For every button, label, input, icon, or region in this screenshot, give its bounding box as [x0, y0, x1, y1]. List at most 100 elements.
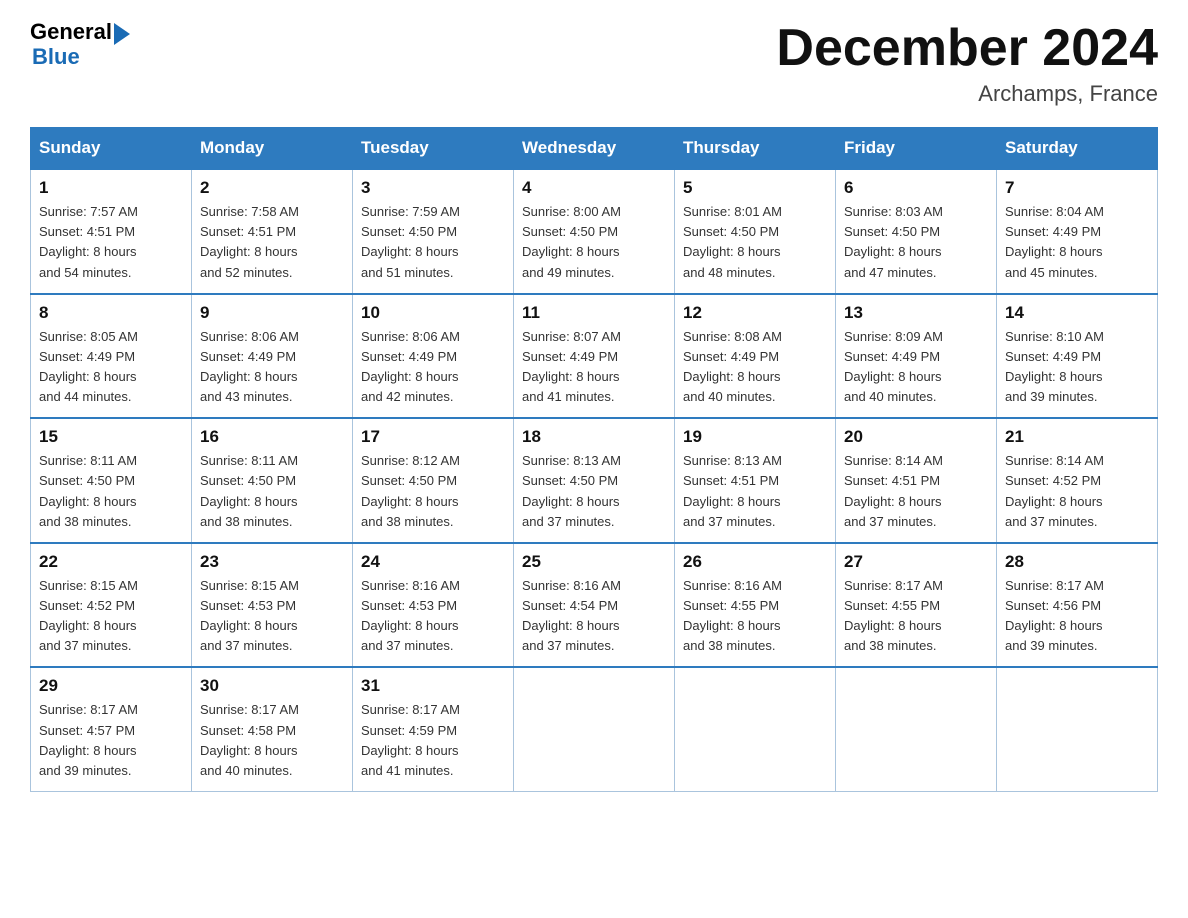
day-number: 23	[200, 552, 344, 572]
day-info: Sunrise: 8:14 AMSunset: 4:51 PMDaylight:…	[844, 451, 988, 532]
calendar-cell	[675, 667, 836, 791]
day-number: 21	[1005, 427, 1149, 447]
column-header-saturday: Saturday	[997, 128, 1158, 170]
calendar-cell: 7 Sunrise: 8:04 AMSunset: 4:49 PMDayligh…	[997, 169, 1158, 294]
day-number: 2	[200, 178, 344, 198]
day-info: Sunrise: 8:03 AMSunset: 4:50 PMDaylight:…	[844, 202, 988, 283]
calendar-cell: 4 Sunrise: 8:00 AMSunset: 4:50 PMDayligh…	[514, 169, 675, 294]
day-info: Sunrise: 8:17 AMSunset: 4:56 PMDaylight:…	[1005, 576, 1149, 657]
calendar-cell: 16 Sunrise: 8:11 AMSunset: 4:50 PMDaylig…	[192, 418, 353, 543]
calendar-cell: 22 Sunrise: 8:15 AMSunset: 4:52 PMDaylig…	[31, 543, 192, 668]
day-number: 8	[39, 303, 183, 323]
calendar-week-row: 8 Sunrise: 8:05 AMSunset: 4:49 PMDayligh…	[31, 294, 1158, 419]
column-header-wednesday: Wednesday	[514, 128, 675, 170]
calendar-header-row: SundayMondayTuesdayWednesdayThursdayFrid…	[31, 128, 1158, 170]
day-number: 31	[361, 676, 505, 696]
day-info: Sunrise: 8:16 AMSunset: 4:53 PMDaylight:…	[361, 576, 505, 657]
day-info: Sunrise: 8:05 AMSunset: 4:49 PMDaylight:…	[39, 327, 183, 408]
logo-text-blue: Blue	[32, 45, 80, 69]
day-number: 10	[361, 303, 505, 323]
calendar-cell: 10 Sunrise: 8:06 AMSunset: 4:49 PMDaylig…	[353, 294, 514, 419]
day-number: 4	[522, 178, 666, 198]
calendar-cell: 31 Sunrise: 8:17 AMSunset: 4:59 PMDaylig…	[353, 667, 514, 791]
calendar-cell: 15 Sunrise: 8:11 AMSunset: 4:50 PMDaylig…	[31, 418, 192, 543]
calendar-cell: 26 Sunrise: 8:16 AMSunset: 4:55 PMDaylig…	[675, 543, 836, 668]
day-number: 30	[200, 676, 344, 696]
column-header-sunday: Sunday	[31, 128, 192, 170]
day-number: 5	[683, 178, 827, 198]
day-info: Sunrise: 8:15 AMSunset: 4:52 PMDaylight:…	[39, 576, 183, 657]
day-info: Sunrise: 8:01 AMSunset: 4:50 PMDaylight:…	[683, 202, 827, 283]
day-number: 16	[200, 427, 344, 447]
day-number: 15	[39, 427, 183, 447]
calendar-cell: 11 Sunrise: 8:07 AMSunset: 4:49 PMDaylig…	[514, 294, 675, 419]
day-number: 1	[39, 178, 183, 198]
day-info: Sunrise: 8:07 AMSunset: 4:49 PMDaylight:…	[522, 327, 666, 408]
logo: General Blue	[30, 20, 130, 69]
logo-text-general: General	[30, 20, 112, 44]
page-header: General Blue December 2024 Archamps, Fra…	[30, 20, 1158, 107]
column-header-friday: Friday	[836, 128, 997, 170]
day-info: Sunrise: 8:09 AMSunset: 4:49 PMDaylight:…	[844, 327, 988, 408]
day-number: 22	[39, 552, 183, 572]
day-info: Sunrise: 8:17 AMSunset: 4:55 PMDaylight:…	[844, 576, 988, 657]
day-info: Sunrise: 8:17 AMSunset: 4:57 PMDaylight:…	[39, 700, 183, 781]
day-number: 20	[844, 427, 988, 447]
calendar-cell: 28 Sunrise: 8:17 AMSunset: 4:56 PMDaylig…	[997, 543, 1158, 668]
title-section: December 2024 Archamps, France	[776, 20, 1158, 107]
calendar-cell: 17 Sunrise: 8:12 AMSunset: 4:50 PMDaylig…	[353, 418, 514, 543]
calendar-cell: 23 Sunrise: 8:15 AMSunset: 4:53 PMDaylig…	[192, 543, 353, 668]
calendar-week-row: 29 Sunrise: 8:17 AMSunset: 4:57 PMDaylig…	[31, 667, 1158, 791]
calendar-cell: 29 Sunrise: 8:17 AMSunset: 4:57 PMDaylig…	[31, 667, 192, 791]
day-info: Sunrise: 8:17 AMSunset: 4:59 PMDaylight:…	[361, 700, 505, 781]
day-number: 29	[39, 676, 183, 696]
day-info: Sunrise: 7:58 AMSunset: 4:51 PMDaylight:…	[200, 202, 344, 283]
day-number: 24	[361, 552, 505, 572]
day-number: 26	[683, 552, 827, 572]
day-info: Sunrise: 8:11 AMSunset: 4:50 PMDaylight:…	[39, 451, 183, 532]
calendar-week-row: 15 Sunrise: 8:11 AMSunset: 4:50 PMDaylig…	[31, 418, 1158, 543]
calendar-cell: 9 Sunrise: 8:06 AMSunset: 4:49 PMDayligh…	[192, 294, 353, 419]
calendar-cell: 19 Sunrise: 8:13 AMSunset: 4:51 PMDaylig…	[675, 418, 836, 543]
day-number: 13	[844, 303, 988, 323]
calendar-cell: 27 Sunrise: 8:17 AMSunset: 4:55 PMDaylig…	[836, 543, 997, 668]
day-number: 18	[522, 427, 666, 447]
day-info: Sunrise: 8:04 AMSunset: 4:49 PMDaylight:…	[1005, 202, 1149, 283]
day-info: Sunrise: 7:59 AMSunset: 4:50 PMDaylight:…	[361, 202, 505, 283]
day-number: 11	[522, 303, 666, 323]
calendar-cell	[514, 667, 675, 791]
day-number: 9	[200, 303, 344, 323]
calendar-cell: 2 Sunrise: 7:58 AMSunset: 4:51 PMDayligh…	[192, 169, 353, 294]
calendar-table: SundayMondayTuesdayWednesdayThursdayFrid…	[30, 127, 1158, 792]
day-number: 12	[683, 303, 827, 323]
calendar-cell	[997, 667, 1158, 791]
day-number: 27	[844, 552, 988, 572]
day-info: Sunrise: 8:14 AMSunset: 4:52 PMDaylight:…	[1005, 451, 1149, 532]
column-header-tuesday: Tuesday	[353, 128, 514, 170]
day-info: Sunrise: 8:06 AMSunset: 4:49 PMDaylight:…	[361, 327, 505, 408]
day-info: Sunrise: 8:17 AMSunset: 4:58 PMDaylight:…	[200, 700, 344, 781]
calendar-cell: 13 Sunrise: 8:09 AMSunset: 4:49 PMDaylig…	[836, 294, 997, 419]
calendar-cell: 5 Sunrise: 8:01 AMSunset: 4:50 PMDayligh…	[675, 169, 836, 294]
calendar-week-row: 22 Sunrise: 8:15 AMSunset: 4:52 PMDaylig…	[31, 543, 1158, 668]
calendar-cell: 30 Sunrise: 8:17 AMSunset: 4:58 PMDaylig…	[192, 667, 353, 791]
day-number: 6	[844, 178, 988, 198]
calendar-cell: 6 Sunrise: 8:03 AMSunset: 4:50 PMDayligh…	[836, 169, 997, 294]
day-info: Sunrise: 8:15 AMSunset: 4:53 PMDaylight:…	[200, 576, 344, 657]
day-number: 17	[361, 427, 505, 447]
day-number: 14	[1005, 303, 1149, 323]
calendar-cell: 8 Sunrise: 8:05 AMSunset: 4:49 PMDayligh…	[31, 294, 192, 419]
day-info: Sunrise: 8:11 AMSunset: 4:50 PMDaylight:…	[200, 451, 344, 532]
calendar-cell	[836, 667, 997, 791]
calendar-cell: 20 Sunrise: 8:14 AMSunset: 4:51 PMDaylig…	[836, 418, 997, 543]
day-info: Sunrise: 8:00 AMSunset: 4:50 PMDaylight:…	[522, 202, 666, 283]
day-info: Sunrise: 8:16 AMSunset: 4:54 PMDaylight:…	[522, 576, 666, 657]
day-info: Sunrise: 8:12 AMSunset: 4:50 PMDaylight:…	[361, 451, 505, 532]
calendar-cell: 18 Sunrise: 8:13 AMSunset: 4:50 PMDaylig…	[514, 418, 675, 543]
calendar-cell: 25 Sunrise: 8:16 AMSunset: 4:54 PMDaylig…	[514, 543, 675, 668]
column-header-thursday: Thursday	[675, 128, 836, 170]
day-info: Sunrise: 8:13 AMSunset: 4:51 PMDaylight:…	[683, 451, 827, 532]
day-number: 19	[683, 427, 827, 447]
calendar-cell: 12 Sunrise: 8:08 AMSunset: 4:49 PMDaylig…	[675, 294, 836, 419]
day-info: Sunrise: 8:10 AMSunset: 4:49 PMDaylight:…	[1005, 327, 1149, 408]
